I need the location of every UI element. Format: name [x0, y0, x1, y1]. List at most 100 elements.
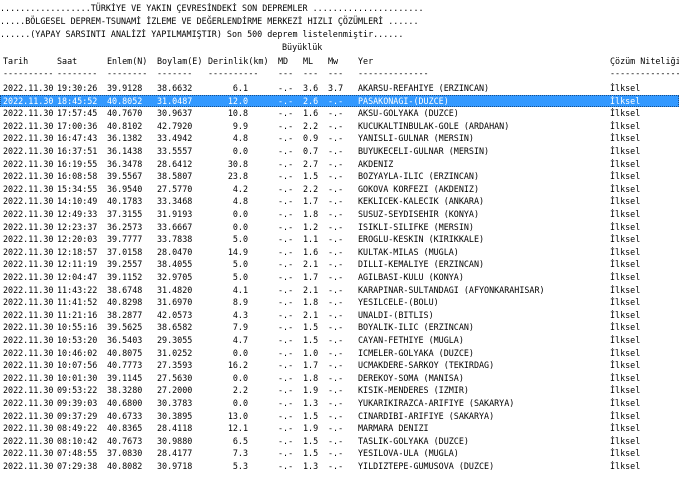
cell-mw: -.- [328, 108, 344, 119]
cell-md: -.- [278, 385, 294, 396]
table-row[interactable]: 2022.11.30 10:53:20 36.5403 29.3055 4.7 -.- 1.… [0, 334, 679, 346]
cell-latitude: 37.0830 [107, 448, 143, 459]
table-row[interactable]: 2022.11.30 12:11:19 39.2557 38.4055 5.0 -.- 2.… [0, 258, 679, 270]
cell-mw: -.- [328, 423, 344, 434]
cell-latitude: 39.7777 [107, 234, 143, 245]
table-row[interactable]: 2022.11.30 10:01:30 39.1145 27.5630 0.0 -.- 1.… [0, 372, 679, 384]
cell-depth: 0.0 [232, 398, 248, 408]
cell-depth: 5.0 [232, 272, 248, 282]
cell-date: 2022.11.30 [3, 347, 54, 358]
cell-depth: 4.7 [232, 335, 248, 345]
cell-ml: 1.2 [303, 221, 319, 232]
cell-quality: İlksel [610, 398, 641, 408]
cell-mw: -.- [328, 234, 344, 245]
cell-latitude: 37.0158 [107, 246, 143, 257]
cell-mw: -.- [328, 410, 344, 421]
table-row[interactable]: 2022.11.30 08:10:42 40.7673 30.9880 6.5 -.- 1.… [0, 435, 679, 447]
cell-ml: 1.5 [303, 171, 319, 182]
cell-depth: 30.8 [227, 158, 248, 169]
cell-depth: 23.8 [227, 171, 248, 182]
cell-md: -.- [278, 335, 294, 345]
cell-longitude: 31.6970 [157, 297, 193, 308]
cell-mw: -.- [328, 335, 344, 345]
cell-ml: 1.5 [303, 335, 319, 345]
cell-longitude: 30.9637 [157, 108, 193, 119]
cell-mw: -.- [328, 133, 344, 144]
cell-ml: 2.2 [303, 183, 319, 194]
cell-date: 2022.11.30 [3, 146, 54, 156]
cell-location: BOYALIK-ILIC (ERZINCAN) [358, 322, 474, 333]
cell-ml: 1.6 [303, 108, 319, 119]
table-row[interactable]: 2022.11.30 12:18:57 37.0158 28.0470 14.9 -.- 1… [0, 246, 679, 258]
cell-mw: -.- [328, 347, 344, 358]
cell-time: 16:08:58 [57, 171, 98, 182]
cell-ml: 2.6 [303, 95, 319, 106]
cell-time: 16:47:43 [57, 133, 98, 144]
table-row[interactable]: 2022.11.30 11:43:22 38.6748 31.4820 4.1 -.- 2.… [0, 284, 679, 296]
cell-longitude: 28.0470 [157, 246, 193, 257]
table-row[interactable]: 2022.11.30 11:41:52 40.8298 31.6970 8.9 -.- 1.… [0, 296, 679, 308]
cell-mw: -.- [328, 259, 344, 270]
cell-location: AKSU-GOLYAKA (DUZCE) [358, 108, 459, 119]
table-row[interactable]: 2022.11.30 10:46:02 40.8075 31.0252 0.0 -.- 1.… [0, 347, 679, 359]
cell-longitude: 32.9705 [157, 272, 193, 282]
cell-ml: 1.7 [303, 196, 319, 207]
cell-time: 12:04:47 [57, 272, 98, 282]
table-row[interactable]: 2022.11.30 15:34:55 36.9540 27.5770 4.2 -.- 2.… [0, 183, 679, 195]
column-header-row: Tarih Saat Enlem(N) Boylam(E) Derinlik(k… [0, 55, 679, 67]
cell-date: 2022.11.30 [3, 435, 54, 446]
cell-date: 2022.11.30 [3, 259, 54, 270]
table-row[interactable]: 2022.11.30 17:00:36 40.8102 42.7920 9.9 -.- 2.… [0, 120, 679, 132]
table-row[interactable]: 2022.11.30 17:57:45 40.7670 30.9637 10.8 -.- 1… [0, 107, 679, 119]
table-row[interactable]: 2022.11.30 09:53:22 38.3280 27.2000 2.2 -.- 1.… [0, 384, 679, 396]
table-row[interactable]: 2022.11.30 11:21:16 38.2877 42.0573 4.3 -.- 2.… [0, 309, 679, 321]
table-row[interactable]: 2022.11.30 09:39:03 40.6800 30.3783 0.0 -.- 1.… [0, 397, 679, 409]
cell-depth: 4.8 [232, 133, 248, 144]
cell-time: 16:37:51 [57, 146, 98, 156]
cell-md: -.- [278, 246, 294, 257]
table-row[interactable]: 2022.11.30 07:48:55 37.0830 28.4177 7.3 -.- 1.… [0, 447, 679, 459]
cell-md: -.- [278, 309, 294, 320]
cell-md: -.- [278, 146, 294, 156]
cell-mw: -.- [328, 221, 344, 232]
cell-mw: -.- [328, 385, 344, 396]
table-row[interactable]: 2022.11.30 07:29:38 40.8082 30.9718 5.3 -.- 1.… [0, 460, 679, 472]
table-row[interactable]: 2022.11.30 16:08:58 39.5567 38.5807 23.8 -.- 1… [0, 170, 679, 182]
table-row[interactable]: 2022.11.30 09:37:29 40.6733 30.3895 13.0 -.- 1… [0, 410, 679, 422]
cell-depth: 10.8 [227, 108, 248, 119]
cell-quality: İlksel [610, 435, 641, 446]
cell-quality: İlksel [610, 146, 641, 156]
table-row[interactable]: 2022.11.30 12:23:37 36.2573 33.6667 0.0 -.- 1.… [0, 221, 679, 233]
cell-ml: 1.9 [303, 385, 319, 396]
cell-mw: -.- [328, 284, 344, 295]
cell-longitude: 42.7920 [157, 120, 193, 131]
table-row[interactable]: 2022.11.30 14:10:49 40.1783 33.3468 4.8 -.- 1.… [0, 195, 679, 207]
cell-quality: İlksel [610, 347, 641, 358]
table-row[interactable]: 2022.11.30 10:55:16 39.5625 38.6582 7.9 -.- 1.… [0, 321, 679, 333]
table-row[interactable]: 2022.11.30 16:47:43 36.1382 33.4942 4.8 -.- 0.… [0, 132, 679, 144]
cell-mw: -.- [328, 360, 344, 371]
table-row[interactable]: 2022.11.30 12:49:33 37.3155 31.9193 0.0 -.- 1.… [0, 208, 679, 220]
cell-location: TASLIK-GOLYAKA (DUZCE) [358, 435, 469, 446]
cell-ml: 1.6 [303, 246, 319, 257]
cell-location: BOZYAYLA-ILIC (ERZINCAN) [358, 171, 480, 182]
cell-latitude: 40.8075 [107, 347, 143, 358]
table-row[interactable]: 2022.11.30 10:07:56 40.7773 27.3593 16.2 -.- 1… [0, 359, 679, 371]
cell-md: -.- [278, 322, 294, 333]
table-row[interactable]: 2022.11.30 16:19:55 36.3478 28.6412 30.8 -.- 2… [0, 158, 679, 170]
cell-time: 19:30:26 [57, 83, 98, 93]
cell-mw: -.- [328, 322, 344, 333]
cell-depth: 0.0 [232, 221, 248, 232]
table-row[interactable]: 2022.11.30 08:49:22 40.8365 28.4118 12.1 -.- 1… [0, 422, 679, 434]
table-row-selected[interactable]: 2022.11.30 18:45:52 40.8052 31.0487 12.0 -.- 2… [0, 94, 679, 107]
cell-latitude: 36.1438 [107, 146, 143, 156]
magnitude-group-label: Büyüklük [282, 42, 323, 52]
cell-latitude: 36.1382 [107, 133, 143, 144]
table-row[interactable]: 2022.11.30 12:20:03 39.7777 33.7838 5.0 -.- 1.… [0, 233, 679, 245]
table-row[interactable]: 2022.11.30 12:04:47 39.1152 32.9705 5.0 -.- 1.… [0, 271, 679, 283]
cell-location: BUYUKECELI-GULNAR (MERSIN) [358, 146, 490, 156]
table-row[interactable]: 2022.11.30 16:37:51 36.1438 33.5557 0.0 -.- 0.… [0, 145, 679, 157]
table-row[interactable]: 2022.11.30 19:30:26 39.9128 38.6632 6.1 -.- 3.… [0, 82, 679, 94]
cell-latitude: 40.7673 [107, 435, 143, 446]
cell-mw: -.- [328, 120, 344, 131]
